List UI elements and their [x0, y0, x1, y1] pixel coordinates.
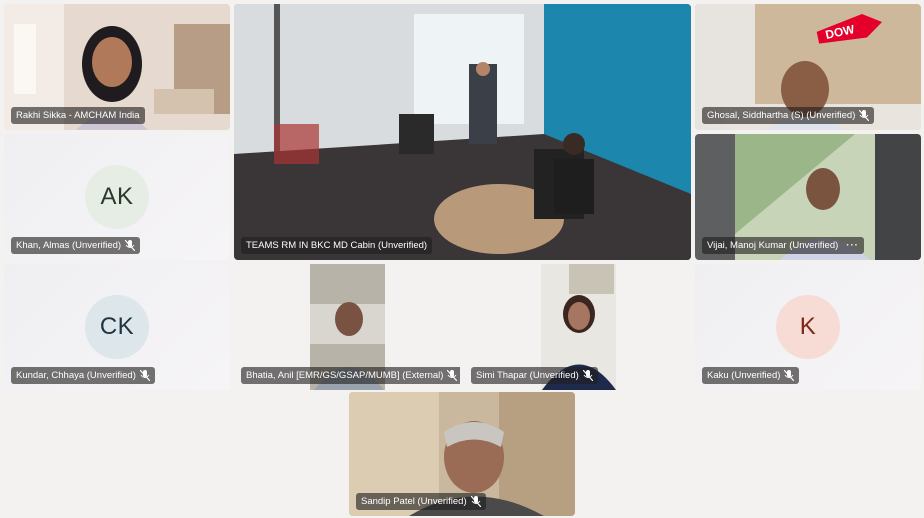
participant-name: Kaku (Unverified): [707, 370, 781, 381]
participant-name: Vijai, Manoj Kumar (Unverified): [707, 240, 839, 251]
mic-off-icon: [470, 496, 481, 507]
participant-tile-teams-room[interactable]: TEAMS RM IN BKC MD Cabin (Unverified): [234, 4, 691, 260]
name-label: Ghosal, Siddhartha (S) (Unverified): [702, 107, 875, 124]
participant-tile-khan-almas[interactable]: AK Khan, Almas (Unverified): [4, 134, 230, 260]
avatar: CK: [85, 295, 149, 359]
name-label: Rakhi Sikka - AMCHAM India: [11, 107, 145, 124]
participant-tile-kundar[interactable]: CK Kundar, Chhaya (Unverified): [4, 264, 230, 390]
name-label: Kaku (Unverified): [702, 367, 800, 384]
avatar-initials: K: [799, 313, 817, 340]
name-label: Vijai, Manoj Kumar (Unverified) ···: [702, 237, 864, 254]
participant-tile-kaku[interactable]: K Kaku (Unverified): [695, 264, 921, 390]
name-label: Bhatia, Anil [EMR/GS/GSAP/MUMB] (Externa…: [241, 367, 460, 384]
more-options-icon[interactable]: ···: [846, 240, 859, 251]
participant-name: Ghosal, Siddhartha (S) (Unverified): [707, 110, 856, 121]
mic-off-icon: [125, 240, 136, 251]
name-label: Sandip Patel (Unverified): [356, 493, 486, 510]
name-label: Simi Thapar (Unverified): [471, 367, 598, 384]
participant-name: Bhatia, Anil [EMR/GS/GSAP/MUMB] (Externa…: [246, 370, 444, 381]
participant-name: Kundar, Chhaya (Unverified): [16, 370, 136, 381]
participant-name: Simi Thapar (Unverified): [476, 370, 579, 381]
mic-off-icon: [859, 110, 870, 121]
mic-off-icon: [784, 370, 795, 381]
participant-tile-rakhi-sikka[interactable]: Rakhi Sikka - AMCHAM India: [4, 4, 230, 130]
mic-off-icon: [139, 370, 150, 381]
participant-tile-sandip-patel[interactable]: Sandip Patel (Unverified): [349, 392, 575, 516]
mic-off-icon: [447, 370, 458, 381]
participant-tile-vijai[interactable]: Vijai, Manoj Kumar (Unverified) ···: [695, 134, 921, 260]
name-label: TEAMS RM IN BKC MD Cabin (Unverified): [241, 237, 433, 254]
participant-name: TEAMS RM IN BKC MD Cabin (Unverified): [246, 240, 428, 251]
participant-name: Rakhi Sikka - AMCHAM India: [16, 110, 140, 121]
participant-name: Sandip Patel (Unverified): [361, 496, 467, 507]
mic-off-icon: [582, 370, 593, 381]
avatar: AK: [85, 165, 149, 229]
name-label: Khan, Almas (Unverified): [11, 237, 141, 254]
avatar-initials: CK: [99, 313, 135, 340]
avatar-initials: AK: [100, 183, 134, 210]
video-feed: [234, 4, 691, 260]
participant-tile-ghosal[interactable]: DOW Ghosal, Siddhartha (S) (Unverified): [695, 4, 921, 130]
avatar: K: [776, 295, 840, 359]
name-label: Kundar, Chhaya (Unverified): [11, 367, 155, 384]
participant-name: Khan, Almas (Unverified): [16, 240, 122, 251]
participant-tile-simi-thapar[interactable]: Simi Thapar (Unverified): [464, 264, 690, 390]
participant-tile-bhatia[interactable]: Bhatia, Anil [EMR/GS/GSAP/MUMB] (Externa…: [234, 264, 460, 390]
